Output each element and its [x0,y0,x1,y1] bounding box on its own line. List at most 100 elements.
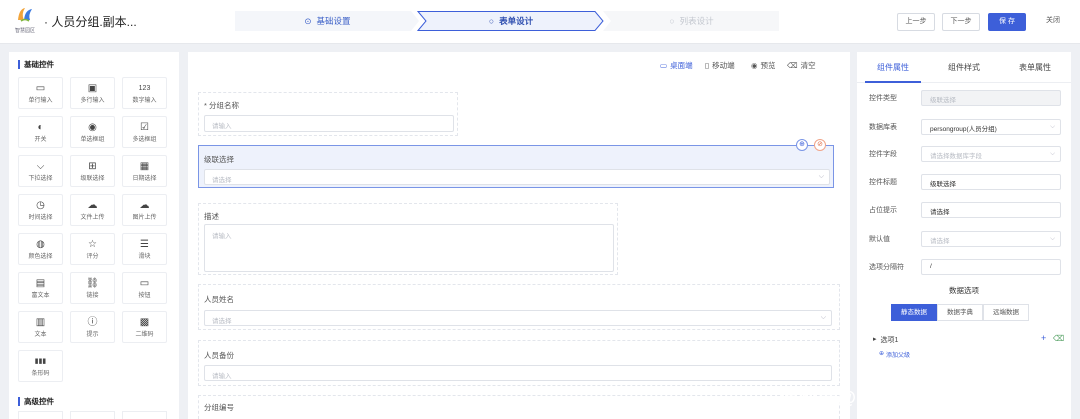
copy-field-icon[interactable]: ⊕ [796,139,808,151]
delete-option-icon[interactable]: ⌫ [1053,334,1064,343]
property-select[interactable]: persongroup(人员分组) ⌵ [921,119,1061,135]
section-title-text: 基础控件 [24,60,54,69]
palette-tile[interactable]: ◉ 单选框组 [70,116,115,148]
property-select[interactable]: 请选择数据库字段 ⌵ [921,146,1061,162]
palette-tile[interactable]: ▭ 按钮 [122,272,167,304]
segment-remote-data[interactable]: 远端数据 [983,304,1029,321]
palette-tile[interactable]: ▮▮▮ 条形码 [18,350,63,382]
property-value: 请选择 [930,238,950,245]
tab-component-style[interactable]: 组件样式 [934,62,994,73]
palette-tile[interactable]: ▭ 单行输入 [18,77,63,109]
step-label: 表单设计 [499,16,534,26]
save-button[interactable]: 保 存 [988,13,1026,31]
top-bar: 智慧园区 · 人员分组.副本... ⊙ 基础设置 ○ 表单设计 ○ 列表设计 上… [0,0,1080,44]
palette-tile[interactable]: ⛓ 链接 [70,272,115,304]
segment-static-data[interactable]: 静态数据 [891,304,937,321]
option-label: 选项1 [880,337,899,344]
palette-tile[interactable]: ⌵ 下拉选择 [18,155,63,187]
property-input[interactable]: / [921,259,1061,275]
form-field-person-backup[interactable]: 人员备份 请输入 [198,340,840,386]
slider-icon: ☰ [140,239,149,250]
next-step-button[interactable]: 下一步 [942,13,980,31]
cascader-select[interactable]: 请选择 ⌵ [204,169,830,185]
palette-tile[interactable] [70,411,115,419]
app-logo: 智慧园区 [10,6,40,38]
palette-tile[interactable] [18,411,63,419]
tile-label: 富文本 [31,293,50,299]
add-parent-link[interactable]: ⊕ 添加父级 [879,350,910,359]
description-textarea[interactable]: 请输入 [204,224,614,272]
segment-data-dictionary[interactable]: 数据字典 [937,304,983,321]
close-button[interactable]: 关闭 [1043,13,1063,31]
property-input[interactable]: 级联选择 [921,174,1061,190]
person-backup-input[interactable]: 请输入 [204,365,832,381]
palette-tile[interactable]: ◍ 颜色选择 [18,233,63,265]
field-label: 人员姓名 [204,295,234,304]
palette-tile[interactable]: ☰ 滑块 [122,233,167,265]
desktop-view-button[interactable]: ▭ 桌面端 [660,60,693,71]
tile-label: 文本 [34,332,47,338]
option-tree-item[interactable]: ▸ 选项1 [873,335,898,345]
step-form-design[interactable]: ○ 表单设计 [417,11,605,31]
palette-tile[interactable]: ◷ 时间选择 [18,194,63,226]
form-field-group-code[interactable]: 分组编号 [198,395,840,419]
clear-button[interactable]: ⌫ 清空 [787,60,816,71]
form-field-group-name[interactable]: * 分组名称 请输入 [198,92,458,136]
palette-tile[interactable]: ☆ 评分 [70,233,115,265]
palette-tile[interactable]: ▩ 二维码 [122,311,167,343]
tab-component-props[interactable]: 组件属性 [863,62,923,73]
section-bar [18,397,20,406]
palette-tile[interactable]: ▦ 日期选择 [122,155,167,187]
app-title: · 人员分组.副本... [44,15,137,29]
group-name-input[interactable]: 请输入 [204,115,454,132]
tile-label: 文件上传 [80,215,105,221]
calendar-icon: ▦ [139,161,150,172]
tile-label: 多选框组 [132,137,157,143]
palette-tile[interactable]: ⓘ 提示 [70,311,115,343]
prev-step-button[interactable]: 上一步 [897,13,935,31]
add-option-icon[interactable]: + [1041,333,1046,343]
tile-label: 二维码 [135,332,154,338]
chevron-down-icon: ⌵ [1050,235,1055,242]
text-icon: ▥ [35,317,46,328]
preview-button[interactable]: ◉ 预览 [751,60,776,71]
step-list-design[interactable]: ○ 列表设计 [603,11,780,31]
property-label: 控件标题 [869,179,897,186]
palette-tile[interactable]: 123 数字输入 [122,77,167,109]
logo-text: 智慧园区 [14,28,35,34]
field-label: * 分组名称 [204,101,240,110]
section-bar [18,60,20,69]
mobile-view-button[interactable]: ▯ 移动端 [705,60,735,71]
step-label: 基础设置 [316,16,351,26]
form-field-cascader[interactable]: 级联选择 请选择 ⌵ [198,145,834,188]
form-field-description[interactable]: 描述 请输入 [198,203,618,275]
qrcode-icon: ▩ [139,317,150,328]
info-icon: ⓘ [87,317,98,328]
radio-icon: ◉ [88,122,97,133]
palette-tile[interactable]: ▣ 多行输入 [70,77,115,109]
tile-label: 链接 [86,293,99,299]
palette-tile[interactable]: ☑ 多选框组 [122,116,167,148]
property-input[interactable]: 请选择 [921,202,1061,218]
delete-field-icon[interactable]: ⊘ [814,139,826,151]
step-label: 列表设计 [679,16,714,26]
step-basic-settings[interactable]: ⊙ 基础设置 [235,11,420,31]
person-name-select[interactable]: 请选择 ⌵ [204,310,832,326]
form-field-person-name[interactable]: 人员姓名 请选择 ⌵ [198,284,840,330]
palette-tile[interactable] [122,411,167,419]
cascader-icon: ⊞ [88,161,97,172]
palette-tile[interactable]: ☁ 图片上传 [122,194,167,226]
desktop-icon: ▭ [660,61,668,70]
palette-tile[interactable]: ⊞ 级联选择 [70,155,115,187]
palette-tile[interactable]: ◐ 开关 [18,116,63,148]
basic-section-title: 基础控件 [18,59,54,70]
palette-tile[interactable]: ▥ 文本 [18,311,63,343]
property-value: persongroup(人员分组) [930,126,997,133]
property-select[interactable]: 请选择 ⌵ [921,231,1061,247]
textarea-icon: ▣ [87,83,98,94]
palette-tile[interactable]: ☁ 文件上传 [70,194,115,226]
property-value: 请选择 [930,209,950,216]
tab-form-props[interactable]: 表单属性 [1005,62,1065,73]
tile-label: 下拉选择 [28,176,53,182]
palette-tile[interactable]: ▤ 富文本 [18,272,63,304]
